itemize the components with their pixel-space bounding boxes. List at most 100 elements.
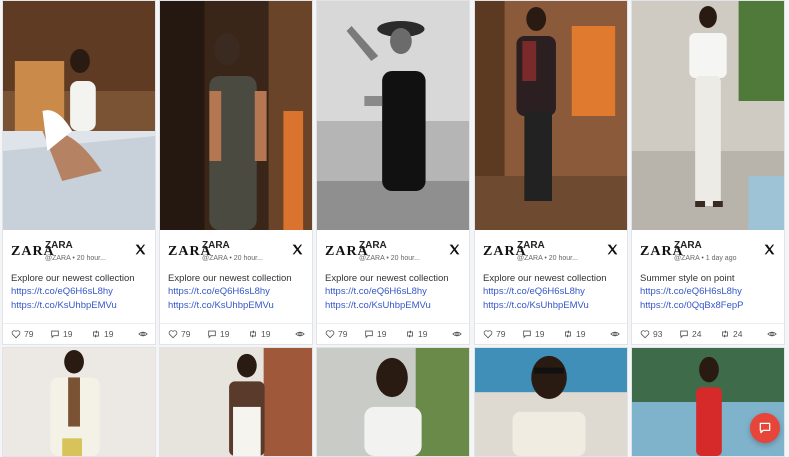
like-count: 93	[653, 329, 663, 339]
post-image[interactable]	[475, 1, 627, 230]
retweet-icon	[250, 330, 256, 338]
post-time: 1 day ago	[705, 255, 737, 262]
post-time: 20 hour...	[390, 255, 420, 262]
like-count: 79	[496, 329, 506, 339]
post-image[interactable]	[159, 347, 313, 457]
like-button[interactable]: 79	[11, 329, 33, 339]
retweet-button[interactable]: 24	[720, 329, 742, 339]
post-link[interactable]: https://t.co/eQ6H6sL8hy	[168, 286, 270, 297]
post-link[interactable]: https://t.co/KsUhbpEMVu	[483, 300, 589, 311]
post-link[interactable]: https://t.co/KsUhbpEMVu	[11, 300, 117, 311]
retweet-button[interactable]: 19	[405, 329, 427, 339]
x-logo-icon[interactable]	[291, 243, 304, 256]
post-image[interactable]	[317, 1, 469, 230]
views-button[interactable]	[452, 329, 462, 339]
retweet-button[interactable]: 19	[248, 329, 270, 339]
post-card[interactable]: ZARA ZARA @ZARA • 1 day ago Summer style…	[631, 0, 785, 345]
account-name[interactable]: ZARA	[202, 240, 230, 251]
post-meta: ZARA ZARA @ZARA • 20 hour... Explore our…	[317, 230, 469, 344]
post-card[interactable]: ZARA ZARA @ZARA • 20 hour... Explore our…	[2, 0, 156, 345]
post-link[interactable]: https://t.co/KsUhbpEMVu	[325, 300, 431, 311]
retweet-button[interactable]: 19	[563, 329, 585, 339]
eye-icon	[610, 331, 620, 337]
heart-icon	[325, 330, 335, 339]
account-handle: @ZARA	[45, 255, 71, 262]
post-link[interactable]: https://t.co/eQ6H6sL8hy	[11, 286, 113, 297]
post-link[interactable]: https://t.co/eQ6H6sL8hy	[640, 286, 742, 297]
retweet-icon	[407, 330, 413, 338]
eye-icon	[452, 331, 462, 337]
x-logo-icon[interactable]	[763, 243, 776, 256]
retweet-icon	[722, 330, 728, 338]
post-link[interactable]: https://t.co/KsUhbpEMVu	[168, 300, 274, 311]
post-text: Summer style on point	[640, 273, 735, 284]
post-meta: ZARA ZARA @ZARA • 20 hour... Explore our…	[3, 230, 155, 344]
post-actions: 93 24 24	[632, 323, 784, 344]
post-link[interactable]: https://t.co/eQ6H6sL8hy	[325, 286, 427, 297]
post-text: Explore our newest collection	[168, 273, 292, 284]
post-image[interactable]	[160, 1, 312, 230]
post-image[interactable]	[632, 1, 784, 230]
post-text: Explore our newest collection	[483, 273, 607, 284]
account-name[interactable]: ZARA	[517, 240, 545, 251]
views-button[interactable]	[767, 329, 777, 339]
post-actions: 79 19 19	[3, 323, 155, 344]
post-image[interactable]	[3, 1, 155, 230]
account-handle-time: @ZARA • 1 day ago	[674, 255, 737, 262]
post-link[interactable]: https://t.co/eQ6H6sL8hy	[483, 286, 585, 297]
retweet-count: 24	[733, 329, 743, 339]
retweet-count: 19	[261, 329, 271, 339]
like-button[interactable]: 93	[640, 329, 662, 339]
account-handle: @ZARA	[517, 255, 543, 262]
post-link[interactable]: https://t.co/0QqBx8FepP	[640, 300, 744, 311]
post-image[interactable]	[316, 347, 470, 457]
views-button[interactable]	[295, 329, 305, 339]
like-button[interactable]: 79	[325, 329, 347, 339]
post-image[interactable]	[474, 347, 628, 457]
eye-icon	[138, 331, 148, 337]
post-actions: 79 19 19	[475, 323, 627, 344]
like-count: 79	[181, 329, 191, 339]
comment-icon	[680, 330, 688, 339]
reply-button[interactable]: 19	[364, 329, 386, 339]
views-button[interactable]	[610, 329, 620, 339]
x-logo-icon[interactable]	[606, 243, 619, 256]
x-logo-icon[interactable]	[134, 243, 147, 256]
reply-count: 19	[220, 329, 230, 339]
like-button[interactable]: 79	[168, 329, 190, 339]
retweet-count: 19	[576, 329, 586, 339]
post-card[interactable]: ZARA ZARA @ZARA • 20 hour... Explore our…	[316, 0, 470, 345]
post-text: Explore our newest collection	[325, 273, 449, 284]
post-card[interactable]: ZARA ZARA @ZARA • 20 hour... Explore our…	[159, 0, 313, 345]
like-count: 79	[24, 329, 34, 339]
account-handle-time: @ZARA • 20 hour...	[202, 255, 263, 262]
post-image[interactable]	[2, 347, 156, 457]
reply-count: 19	[377, 329, 387, 339]
account-name[interactable]: ZARA	[359, 240, 387, 251]
reply-button[interactable]: 19	[207, 329, 229, 339]
post-card[interactable]: ZARA ZARA @ZARA • 20 hour... Explore our…	[474, 0, 628, 345]
chat-button[interactable]	[750, 413, 780, 443]
reply-button[interactable]: 19	[522, 329, 544, 339]
views-button[interactable]	[138, 329, 148, 339]
account-handle: @ZARA	[359, 255, 385, 262]
reply-count: 19	[535, 329, 545, 339]
reply-count: 24	[692, 329, 702, 339]
comment-icon	[523, 330, 531, 339]
comment-icon	[365, 330, 373, 339]
social-feed-grid: ZARA ZARA @ZARA • 20 hour... Explore our…	[0, 0, 789, 457]
x-logo-icon[interactable]	[448, 243, 461, 256]
reply-button[interactable]: 24	[679, 329, 701, 339]
account-name[interactable]: ZARA	[674, 240, 702, 251]
like-button[interactable]: 79	[483, 329, 505, 339]
post-actions: 79 19 19	[317, 323, 469, 344]
retweet-count: 19	[104, 329, 114, 339]
eye-icon	[295, 331, 305, 337]
post-time: 20 hour...	[548, 255, 578, 262]
reply-button[interactable]: 19	[50, 329, 72, 339]
retweet-button[interactable]: 19	[91, 329, 113, 339]
heart-icon	[168, 330, 178, 339]
post-actions: 79 19 19	[160, 323, 312, 344]
account-handle: @ZARA	[674, 255, 700, 262]
account-name[interactable]: ZARA	[45, 240, 73, 251]
